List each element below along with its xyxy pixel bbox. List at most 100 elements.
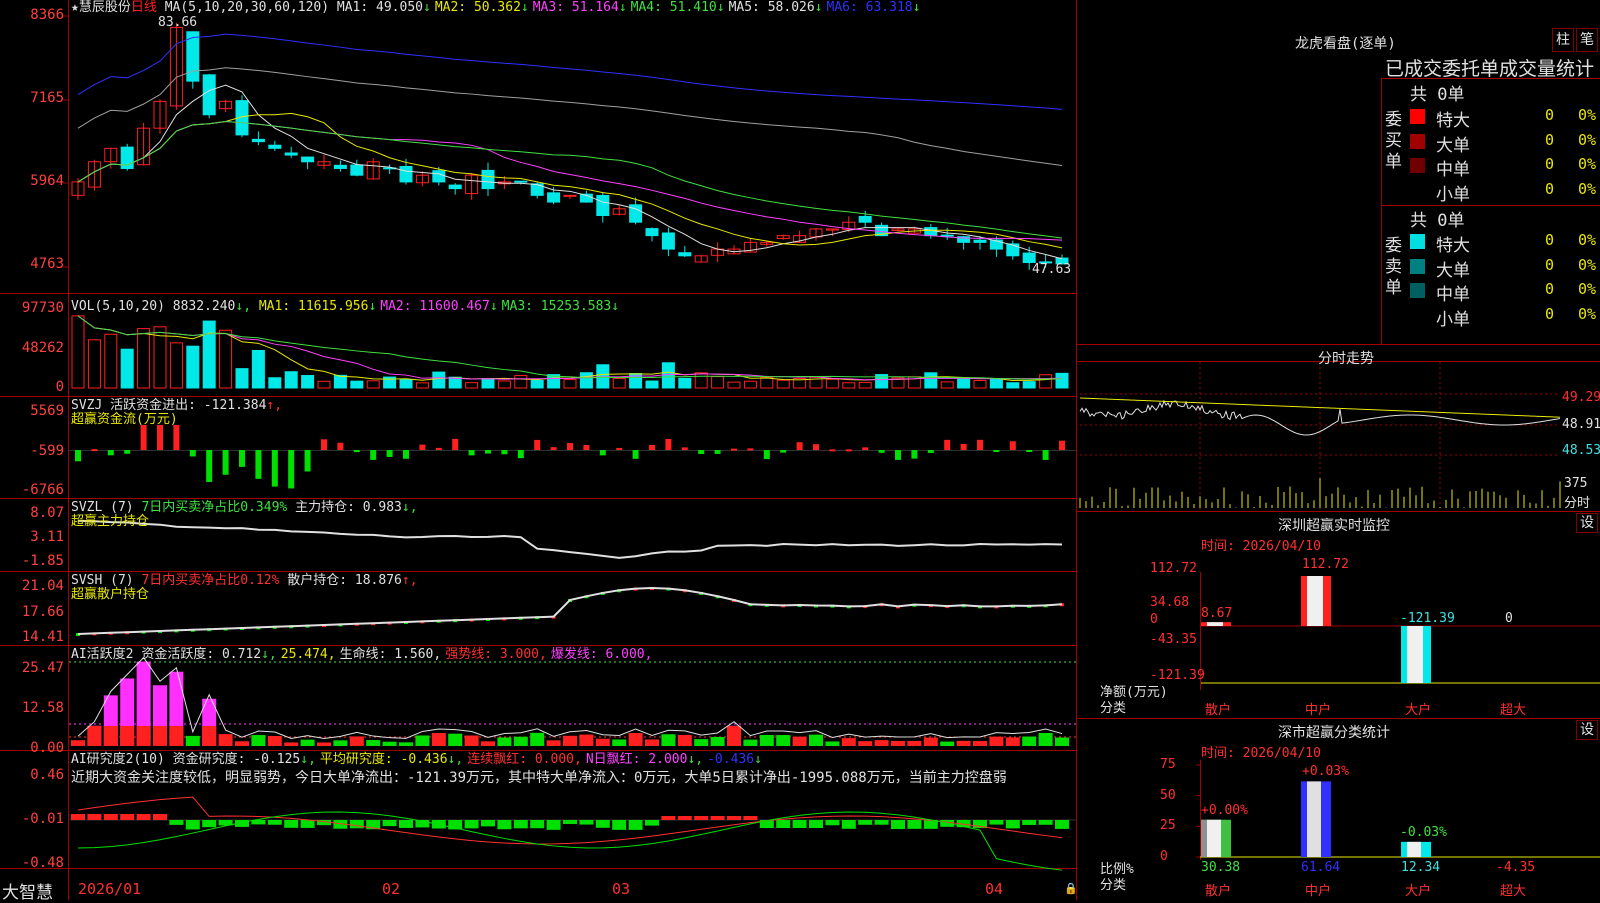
candle-body <box>202 74 216 116</box>
stock-star[interactable]: ★ <box>71 0 79 15</box>
svsh-subtitle: 超赢散户持仓 <box>71 587 150 602</box>
order-pct: 0% <box>1578 304 1597 323</box>
trend-arrow: ↓ <box>912 0 921 15</box>
research-bar <box>202 820 217 828</box>
volume-bar <box>1022 381 1036 389</box>
lock-icon[interactable]: 🔒 <box>1064 882 1078 895</box>
classify-value: 61.64 <box>1301 860 1341 875</box>
classify-settings-button[interactable]: 设 <box>1576 720 1598 740</box>
classify-value: -4.35 <box>1496 860 1536 875</box>
research-bar <box>628 820 643 830</box>
monitor-bar-label: -121.39 <box>1400 611 1455 626</box>
volume-bar <box>727 381 741 389</box>
volume-bar <box>137 328 151 389</box>
xaxis-label: 03 <box>612 880 631 898</box>
flow-bar <box>370 450 377 460</box>
volume-bar <box>530 379 544 389</box>
research-bar <box>595 820 610 828</box>
candle-body <box>596 194 610 216</box>
activity-base <box>87 726 102 746</box>
order-pct: 0% <box>1578 106 1597 124</box>
trend-arrow: ↓ <box>716 0 725 15</box>
activity-bar <box>579 734 594 746</box>
flow-bar <box>878 450 885 453</box>
activity-bar <box>300 739 315 746</box>
flow-bar <box>288 450 295 489</box>
indicator-value: 连续飘红: 0.000, <box>467 752 582 767</box>
volume-bar <box>104 333 118 389</box>
candle-body <box>563 194 577 197</box>
intraday-ytick: 48.53 <box>1562 443 1600 458</box>
monitor-time: 时间: 2026/04/10 <box>1201 539 1321 554</box>
monitor-category: 散户 <box>1205 703 1232 718</box>
color-swatch <box>1410 158 1425 173</box>
research-bar <box>1038 820 1053 825</box>
flow-bar <box>845 449 852 452</box>
ai-active-ytick: 25.47 <box>21 660 64 676</box>
volume-bar <box>333 374 347 389</box>
candle-body <box>514 180 528 183</box>
order-pct: 0% <box>1578 231 1597 249</box>
activity-bar <box>645 739 659 746</box>
indicator-value: MA2: 50.362 <box>434 0 521 15</box>
svsh-title: SVSH (7) <box>71 573 134 588</box>
order-pct: 0% <box>1578 155 1597 173</box>
monitor-settings-button[interactable]: 设 <box>1576 513 1598 533</box>
intraday-vol-caption: 分时 <box>1564 496 1591 511</box>
ai-active-header: AI活跃度2 资金活跃度: 0.712↓, 25.474, 生命线: 1.560, 强… <box>71 648 656 662</box>
order-count: 0 <box>1545 231 1555 249</box>
volume-bar <box>350 380 364 389</box>
activity-bar <box>563 735 577 746</box>
flow-bar <box>895 450 901 460</box>
trend-arrow: ↓ <box>814 0 823 15</box>
volume-bar <box>235 368 249 389</box>
flow-bar <box>337 442 344 450</box>
monitor-category: 大户 <box>1405 703 1432 718</box>
order-count: 0 <box>1545 106 1555 124</box>
activity-bar <box>677 734 692 746</box>
intraday-title: 分时走势 <box>1318 351 1374 367</box>
activity-bar <box>366 740 381 746</box>
monitor-bar-label: 112.72 <box>1302 557 1349 572</box>
order-type: 特大 <box>1436 236 1470 256</box>
main-hold-line <box>77 519 1063 559</box>
bar-mode-button[interactable]: 柱 <box>1552 28 1574 52</box>
candle-body <box>301 156 315 163</box>
kline-ytick: 7165 <box>30 90 64 106</box>
buy-side-label: 委买单 <box>1385 110 1402 172</box>
svzj-header: SVZJ 活跃资金进出: -121.384↑, <box>71 399 282 413</box>
candle-body <box>333 164 347 169</box>
research-bar <box>481 820 495 827</box>
svsh-ytick: 14.41 <box>21 629 64 645</box>
order-row: 大单 0 0% <box>1410 131 1600 156</box>
stats-title: 已成交委托单成交量统计 <box>1385 58 1595 80</box>
activity-bar <box>235 741 249 746</box>
classify-pct-label: +0.03% <box>1302 764 1349 780</box>
period-label[interactable]: 日线 <box>131 0 157 15</box>
svzl-ytick: 3.11 <box>30 529 64 545</box>
candle-body <box>481 169 495 190</box>
classify-title: 深市超赢分类统计 <box>1278 725 1390 741</box>
activity-bar <box>710 736 725 746</box>
flow-bar <box>698 450 705 454</box>
activity-base <box>153 726 167 746</box>
ma-line <box>77 120 1063 241</box>
flow-bar <box>829 449 836 452</box>
ma-line <box>77 120 1063 239</box>
research-bar <box>677 816 692 820</box>
tick-mode-button[interactable]: 笔 <box>1576 28 1598 52</box>
research-bar <box>661 816 676 820</box>
svzj-subtitle: 超赢资金流(万元) <box>71 412 178 427</box>
classify-value: 12.34 <box>1401 860 1441 875</box>
research-bar <box>267 820 282 825</box>
classify-xlabel: 分类 <box>1100 878 1127 893</box>
flow-bar <box>1009 441 1016 450</box>
activity-bar <box>858 741 873 746</box>
flow-bar <box>1059 440 1065 450</box>
sell-side-label: 委卖单 <box>1385 236 1402 298</box>
ai-research-title: AI研究度2(10) <box>71 752 165 767</box>
flow-bar <box>419 444 426 450</box>
flow-bar <box>452 438 459 450</box>
monitor-category: 超大 <box>1500 703 1527 718</box>
volume-bar <box>678 377 692 389</box>
